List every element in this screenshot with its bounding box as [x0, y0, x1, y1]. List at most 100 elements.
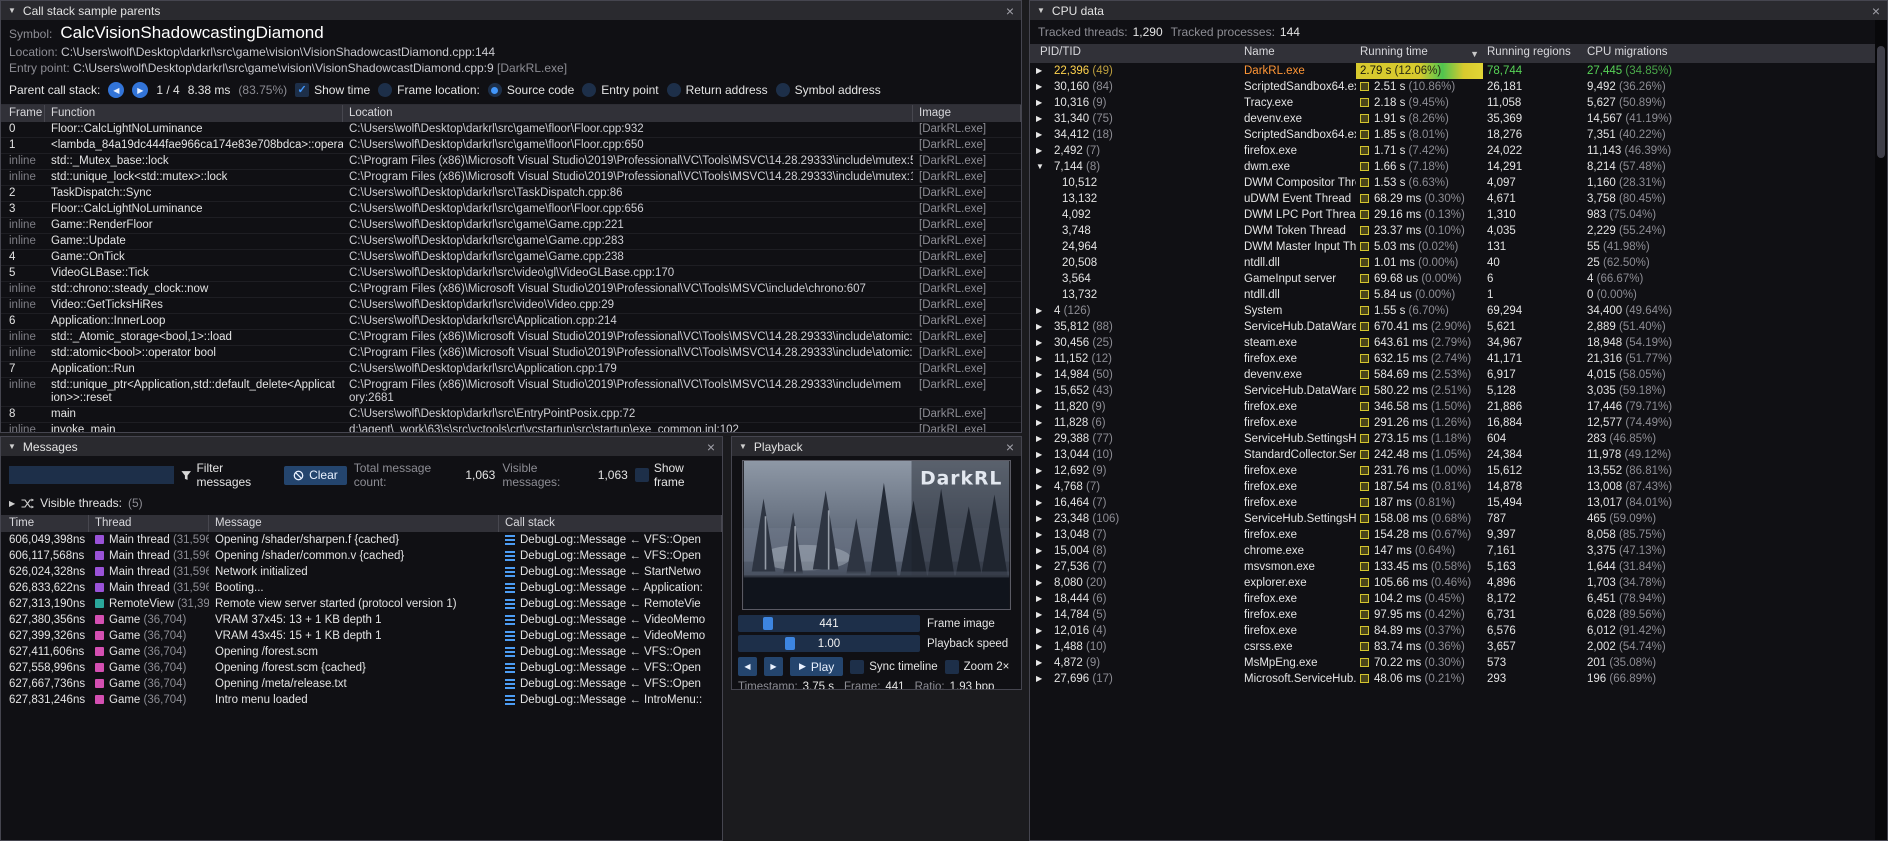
cpu-process-row[interactable]: 20,508 ntdll.dll 1.01 ms (0.00%) 40 25 (… — [1030, 255, 1875, 271]
show-frame-checkbox[interactable]: Show frame — [635, 461, 714, 489]
cpu-process-row[interactable]: ▶ 16,464 (7) firefox.exe 187 ms (0.81%) … — [1030, 495, 1875, 511]
message-row[interactable]: 627,313,190ns RemoteView (31,392) Remote… — [1, 596, 722, 612]
cpu-process-row[interactable]: ▶ 4,768 (7) firefox.exe 187.54 ms (0.81%… — [1030, 479, 1875, 495]
message-callstack[interactable]: DebugLog::Message ← VFS::Open — [499, 532, 722, 548]
callstack-frame-row[interactable]: 1 <lambda_84a19dc444fae966ca174e83e708bd… — [1, 138, 1021, 154]
message-row[interactable]: 606,049,398ns Main thread (31,596) Openi… — [1, 532, 722, 548]
cpu-process-row[interactable]: ▶ 11,828 (6) firefox.exe 291.26 ms (1.26… — [1030, 415, 1875, 431]
cpu-process-row[interactable]: ▶ 30,160 (84) ScriptedSandbox64.exe 2.51… — [1030, 79, 1875, 95]
expand-icon[interactable]: ▶ — [1036, 143, 1050, 159]
expand-icon[interactable]: ▶ — [9, 499, 15, 508]
collapse-icon[interactable]: ▼ — [739, 442, 747, 451]
step-forward-button[interactable]: ▶ — [764, 657, 783, 676]
message-row[interactable]: 626,024,328ns Main thread (31,596) Netwo… — [1, 564, 722, 580]
frame-location-radio[interactable]: Symbol address — [776, 83, 881, 97]
callstack-frame-row[interactable]: 2 TaskDispatch::Sync C:\Users\wolf\Deskt… — [1, 186, 1021, 202]
close-icon[interactable]: × — [1006, 440, 1014, 454]
close-icon[interactable]: × — [707, 440, 715, 454]
callstack-frame-row[interactable]: inline invoke_main d:\agent\_work\63\s\s… — [1, 423, 1021, 433]
column-header-running-time[interactable]: ▼ Running time — [1356, 44, 1483, 63]
expand-icon[interactable]: ▶ — [1036, 367, 1050, 383]
cpu-process-row[interactable]: 13,132 uDWM Event Thread 68.29 ms (0.30%… — [1030, 191, 1875, 207]
cpu-process-row[interactable]: ▶ 1,488 (10) csrss.exe 83.74 ms (0.36%) … — [1030, 639, 1875, 655]
message-callstack[interactable]: DebugLog::Message ← VFS::Open — [499, 660, 722, 676]
callstack-frame-row[interactable]: 3 Floor::CalcLightNoLuminance C:\Users\w… — [1, 202, 1021, 218]
clear-button[interactable]: Clear — [284, 466, 347, 485]
cpu-process-row[interactable]: ▶ 27,536 (7) msvsmon.exe 133.45 ms (0.58… — [1030, 559, 1875, 575]
expand-icon[interactable]: ▶ — [1036, 127, 1050, 143]
column-header-running-regions[interactable]: Running regions — [1483, 44, 1583, 63]
playback-speed-slider[interactable]: 1.00 — [738, 635, 920, 652]
expand-icon[interactable]: ▶ — [1036, 639, 1050, 655]
callstack-frame-row[interactable]: inline std::unique_ptr<Application,std::… — [1, 378, 1021, 407]
callstack-frame-row[interactable]: inline std::unique_lock<std::mutex>::loc… — [1, 170, 1021, 186]
expand-icon[interactable]: ▶ — [1036, 527, 1050, 543]
vertical-scrollbar[interactable] — [1875, 20, 1887, 840]
cpu-process-row[interactable]: ▶ 12,016 (4) firefox.exe 84.89 ms (0.37%… — [1030, 623, 1875, 639]
play-button[interactable]: ▶ Play — [790, 657, 843, 676]
cpu-process-row[interactable]: ▼ 7,144 (8) dwm.exe 1.66 s (7.18%) 14,29… — [1030, 159, 1875, 175]
cpu-process-row[interactable]: ▶ 11,820 (9) firefox.exe 346.58 ms (1.50… — [1030, 399, 1875, 415]
column-header-cpu-migrations[interactable]: CPU migrations — [1583, 44, 1875, 63]
cpu-process-row[interactable]: ▶ 14,784 (5) firefox.exe 97.95 ms (0.42%… — [1030, 607, 1875, 623]
expand-icon[interactable]: ▶ — [1036, 303, 1050, 319]
callstack-titlebar[interactable]: ▼ Call stack sample parents × — [1, 1, 1021, 20]
cpu-process-row[interactable]: ▶ 22,396 (49) DarkRL.exe 2.79 s (12.06%)… — [1030, 63, 1875, 79]
cpu-process-row[interactable]: 4,092 DWM LPC Port Thread 29.16 ms (0.13… — [1030, 207, 1875, 223]
cpu-titlebar[interactable]: ▼ CPU data × — [1030, 1, 1887, 20]
callstack-frame-row[interactable]: inline std::atomic<bool>::operator bool … — [1, 346, 1021, 362]
message-row[interactable]: 627,411,606ns Game (36,704) Opening /for… — [1, 644, 722, 660]
cpu-process-row[interactable]: ▶ 31,340 (75) devenv.exe 1.91 s (8.26%) … — [1030, 111, 1875, 127]
message-row[interactable]: 627,380,356ns Game (36,704) VRAM 37x45: … — [1, 612, 722, 628]
prev-parent-button[interactable]: ◀ — [108, 82, 124, 98]
expand-icon[interactable]: ▶ — [1036, 63, 1050, 79]
message-filter-input[interactable] — [9, 466, 174, 484]
expand-icon[interactable]: ▶ — [1036, 671, 1050, 687]
expand-icon[interactable]: ▶ — [1036, 559, 1050, 575]
expand-icon[interactable]: ▶ — [1036, 447, 1050, 463]
cpu-process-row[interactable]: ▶ 27,696 (17) Microsoft.ServiceHub.Co 48… — [1030, 671, 1875, 687]
callstack-frame-row[interactable]: 4 Game::OnTick C:\Users\wolf\Desktop\dar… — [1, 250, 1021, 266]
collapse-icon[interactable]: ▼ — [8, 6, 16, 15]
frame-location-radio[interactable]: Return address — [667, 83, 768, 97]
message-row[interactable]: 626,833,622ns Main thread (31,596) Booti… — [1, 580, 722, 596]
playback-titlebar[interactable]: ▼ Playback × — [732, 437, 1021, 456]
cpu-process-row[interactable]: 3,748 DWM Token Thread 23.37 ms (0.10%) … — [1030, 223, 1875, 239]
expand-icon[interactable]: ▶ — [1036, 79, 1050, 95]
callstack-frame-row[interactable]: inline Game::Update C:\Users\wolf\Deskto… — [1, 234, 1021, 250]
expand-icon[interactable]: ▶ — [1036, 623, 1050, 639]
cpu-process-row[interactable]: 3,564 GameInput server 69.68 us (0.00%) … — [1030, 271, 1875, 287]
cpu-process-row[interactable]: ▶ 35,812 (88) ServiceHub.DataWarehou 670… — [1030, 319, 1875, 335]
expand-icon[interactable]: ▶ — [1036, 543, 1050, 559]
visible-threads-toggle[interactable]: ▶ Visible threads: (5) — [1, 494, 722, 515]
expand-icon[interactable]: ▶ — [1036, 463, 1050, 479]
scrollbar-thumb[interactable] — [1877, 46, 1885, 158]
close-icon[interactable]: × — [1872, 4, 1880, 18]
messages-titlebar[interactable]: ▼ Messages × — [1, 437, 722, 456]
cpu-process-row[interactable]: ▶ 30,456 (25) steam.exe 643.61 ms (2.79%… — [1030, 335, 1875, 351]
message-callstack[interactable]: DebugLog::Message ← RemoteVie — [499, 596, 722, 612]
expand-icon[interactable]: ▶ — [1036, 591, 1050, 607]
cpu-process-row[interactable]: ▶ 8,080 (20) explorer.exe 105.66 ms (0.4… — [1030, 575, 1875, 591]
frame-location-radio[interactable]: Entry point — [582, 83, 658, 97]
expand-icon[interactable]: ▶ — [1036, 335, 1050, 351]
expand-icon[interactable]: ▶ — [1036, 319, 1050, 335]
message-callstack[interactable]: DebugLog::Message ← VFS::Open — [499, 548, 722, 564]
cpu-process-row[interactable]: 10,512 DWM Compositor Thread 1.53 s (6.6… — [1030, 175, 1875, 191]
callstack-frame-row[interactable]: 0 Floor::CalcLightNoLuminance C:\Users\w… — [1, 122, 1021, 138]
cpu-process-row[interactable]: ▶ 4,872 (9) MsMpEng.exe 70.22 ms (0.30%)… — [1030, 655, 1875, 671]
cpu-process-row[interactable]: 24,964 DWM Master Input Threa 5.03 ms (0… — [1030, 239, 1875, 255]
callstack-frame-row[interactable]: inline std::_Mutex_base::lock C:\Program… — [1, 154, 1021, 170]
cpu-process-row[interactable]: ▶ 13,044 (10) StandardCollector.Servic 2… — [1030, 447, 1875, 463]
step-back-button[interactable]: ◀ — [738, 657, 757, 676]
expand-icon[interactable]: ▶ — [1036, 415, 1050, 431]
message-row[interactable]: 627,667,736ns Game (36,704) Opening /met… — [1, 676, 722, 692]
cpu-process-row[interactable]: ▶ 34,412 (18) ScriptedSandbox64.exe 1.85… — [1030, 127, 1875, 143]
expand-icon[interactable]: ▶ — [1036, 111, 1050, 127]
cpu-process-row[interactable]: 13,732 ntdll.dll 5.84 us (0.00%) 1 0 (0.… — [1030, 287, 1875, 303]
callstack-frame-row[interactable]: inline Game::RenderFloor C:\Users\wolf\D… — [1, 218, 1021, 234]
cpu-process-row[interactable]: ▶ 10,316 (9) Tracy.exe 2.18 s (9.45%) 11… — [1030, 95, 1875, 111]
close-icon[interactable]: × — [1006, 4, 1014, 18]
cpu-process-row[interactable]: ▶ 2,492 (7) firefox.exe 1.71 s (7.42%) 2… — [1030, 143, 1875, 159]
sync-timeline-checkbox[interactable]: Sync timeline — [850, 660, 937, 674]
